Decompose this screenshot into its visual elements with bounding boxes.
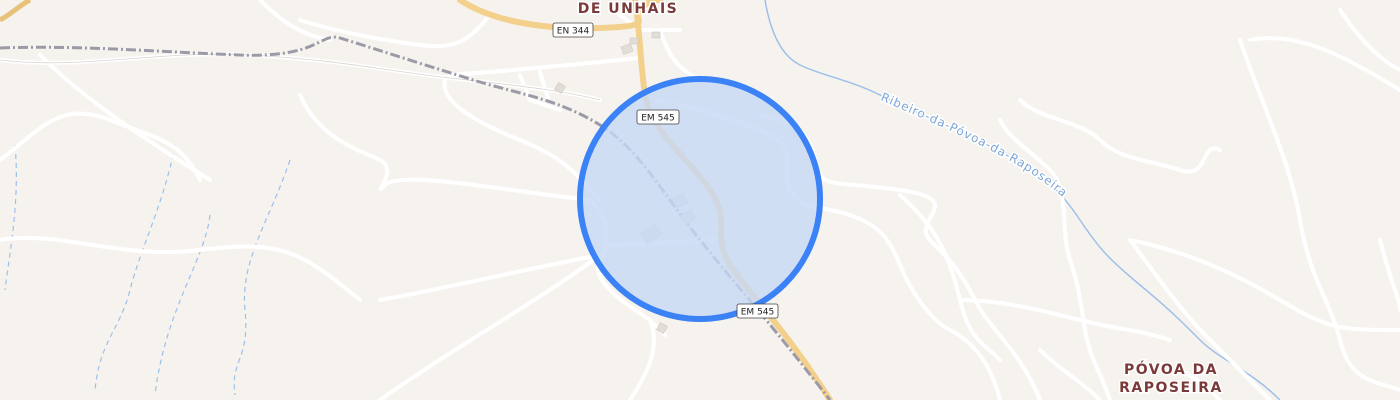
building (629, 37, 639, 45)
place-label-povoa-line2: RAPOSEIRA (1119, 380, 1223, 396)
map-layer: EN 344 EM 545 EM 545 Ribeiro-da-Póvoa-da… (0, 0, 1400, 400)
shield-label: EM 545 (741, 308, 775, 318)
road-shield-em545-top: EM 545 (636, 109, 680, 125)
shield-label: EM 545 (641, 114, 675, 124)
road-shield-em545-bottom: EM 545 (736, 303, 779, 319)
road-shield-en344: EN 344 (552, 22, 594, 38)
shield-label: EN 344 (557, 27, 590, 37)
place-label-de-unhais: DE UNHAIS (578, 1, 679, 17)
map-canvas[interactable]: EN 344 EM 545 EM 545 Ribeiro-da-Póvoa-da… (0, 0, 1400, 400)
building (651, 31, 661, 39)
place-label-povoa-line1: PÓVOA DA (1124, 360, 1218, 378)
